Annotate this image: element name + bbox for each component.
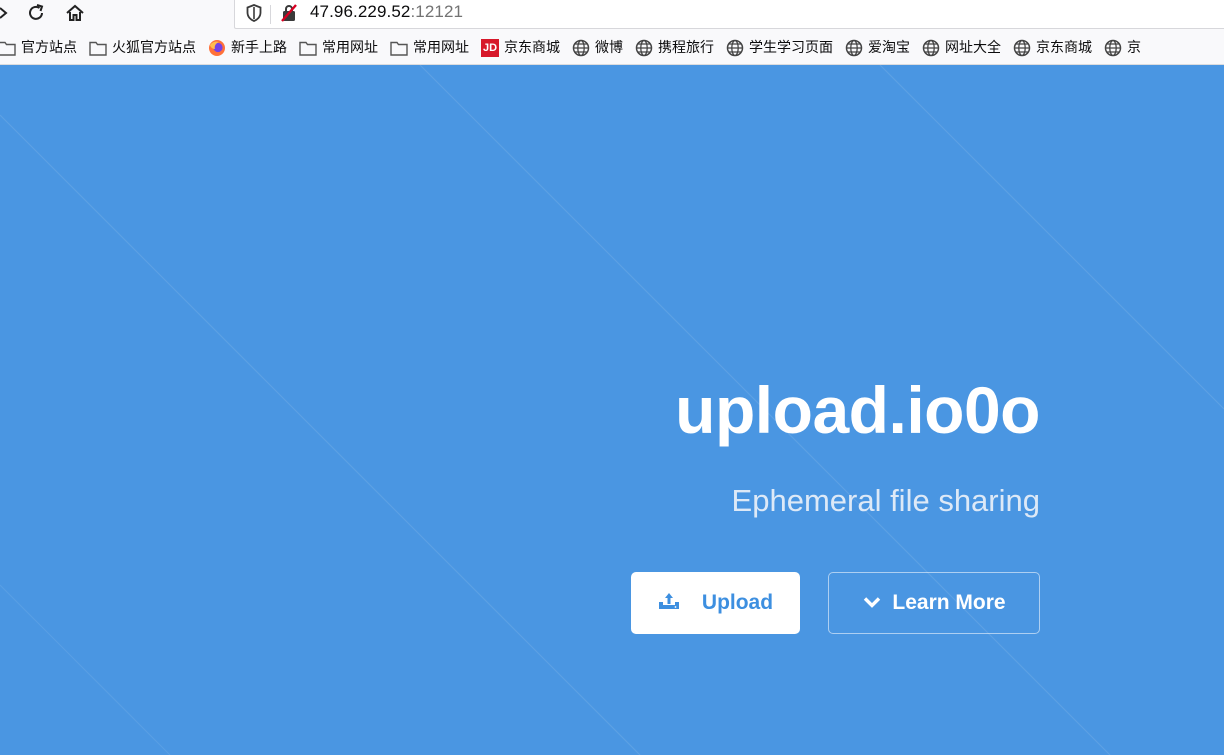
bookmark-item[interactable]: JD 京东商城 xyxy=(476,35,567,61)
upload-icon xyxy=(658,591,680,615)
browser-toolbar: 47.96.229.52:12121 xyxy=(0,0,1224,31)
bookmark-item[interactable]: 京东商城 xyxy=(1008,35,1099,61)
bookmark-label: 京东商城 xyxy=(504,39,560,56)
bookmarks-toolbar: 官方站点 火狐官方站点 新手上路 常用网址 常用网址 JD 京东商城 微博 携程旅行 学生学习页面… xyxy=(0,31,1224,65)
bookmark-label: 微博 xyxy=(595,39,623,56)
page-hero: upload.io0o Ephemeral file sharing Uploa… xyxy=(0,65,1224,755)
globe-icon xyxy=(922,39,940,57)
bookmark-item[interactable]: 携程旅行 xyxy=(630,35,721,61)
bookmark-label: 网址大全 xyxy=(945,39,1001,56)
hero-title: upload.io0o xyxy=(675,373,1040,447)
globe-icon xyxy=(572,39,590,57)
learn-more-button-label: Learn More xyxy=(892,591,1006,614)
bookmark-label: 京 xyxy=(1127,39,1141,56)
hero-subtitle: Ephemeral file sharing xyxy=(731,483,1040,518)
folder-icon xyxy=(0,39,16,57)
bookmark-item[interactable]: 常用网址 xyxy=(385,35,476,61)
globe-icon xyxy=(845,39,863,57)
insecure-lock-icon[interactable] xyxy=(278,0,300,26)
globe-icon xyxy=(726,39,744,57)
bookmark-item[interactable]: 官方站点 xyxy=(0,35,84,61)
folder-icon xyxy=(299,39,317,57)
folder-icon xyxy=(89,39,107,57)
bookmark-label: 爱淘宝 xyxy=(868,39,910,56)
bookmark-item[interactable]: 爱淘宝 xyxy=(840,35,917,61)
bookmark-item[interactable]: 微博 xyxy=(567,35,630,61)
bookmark-label: 京东商城 xyxy=(1036,39,1092,56)
bookmark-item[interactable]: 学生学习页面 xyxy=(721,35,840,61)
bookmark-item[interactable]: 火狐官方站点 xyxy=(84,35,203,61)
url-host: 47.96.229.52 xyxy=(310,2,411,21)
jd-logo-text: JD xyxy=(481,38,499,57)
home-icon[interactable] xyxy=(63,0,87,26)
bookmark-item[interactable]: 常用网址 xyxy=(294,35,385,61)
bookmark-item[interactable]: 京 xyxy=(1099,35,1148,61)
chevron-down-icon xyxy=(862,594,882,613)
bookmark-label: 新手上路 xyxy=(231,39,287,56)
tracking-shield-icon[interactable] xyxy=(243,0,265,26)
globe-icon xyxy=(635,39,653,57)
firefox-icon xyxy=(208,39,226,57)
globe-icon xyxy=(1104,39,1122,57)
bookmark-label: 官方站点 xyxy=(21,39,77,56)
learn-more-button[interactable]: Learn More xyxy=(828,572,1040,634)
globe-icon xyxy=(1013,39,1031,57)
bookmark-label: 学生学习页面 xyxy=(749,39,833,56)
bookmark-label: 火狐官方站点 xyxy=(112,39,196,56)
background-diagonal-lines xyxy=(0,65,1224,755)
address-bar[interactable]: 47.96.229.52:12121 xyxy=(234,0,1224,29)
upload-button[interactable]: Upload xyxy=(631,572,800,634)
url-port: :12121 xyxy=(410,2,464,21)
url-text[interactable]: 47.96.229.52:12121 xyxy=(310,2,463,22)
upload-button-label: Upload xyxy=(701,591,774,614)
folder-icon xyxy=(390,39,408,57)
bookmark-item[interactable]: 网址大全 xyxy=(917,35,1008,61)
bookmark-label: 携程旅行 xyxy=(658,39,714,56)
forward-icon[interactable] xyxy=(0,0,14,26)
reload-icon[interactable] xyxy=(24,0,48,26)
bookmark-label: 常用网址 xyxy=(322,39,378,56)
bookmark-item[interactable]: 新手上路 xyxy=(203,35,294,61)
bookmark-label: 常用网址 xyxy=(413,39,469,56)
jd-icon: JD xyxy=(481,38,499,57)
address-separator xyxy=(270,5,271,24)
